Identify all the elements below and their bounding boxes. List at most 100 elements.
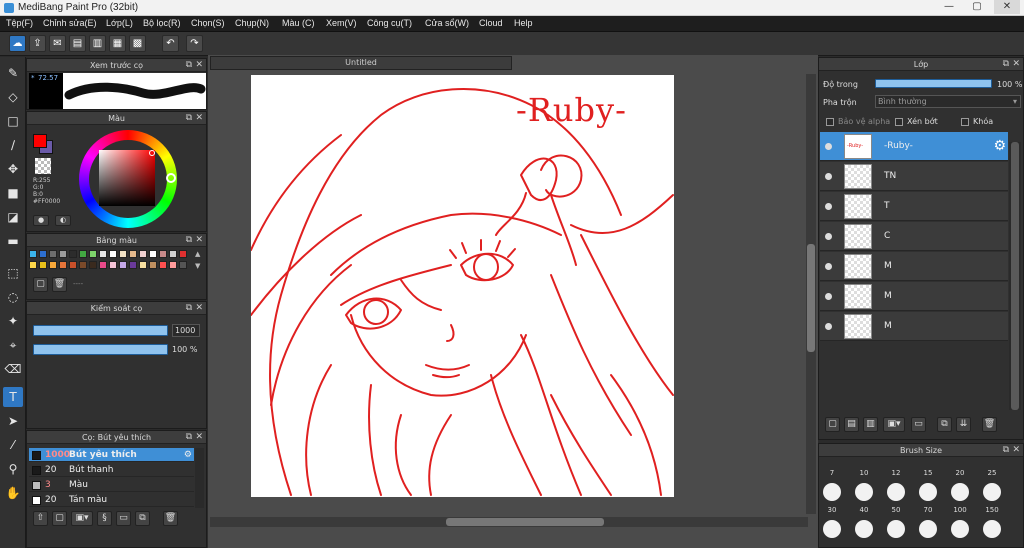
layer-row[interactable]: M (820, 252, 1008, 281)
palette-swatch[interactable] (119, 261, 127, 269)
clip-checkbox[interactable] (895, 118, 903, 126)
document-icon[interactable]: ▤ (69, 35, 86, 52)
hand-tool-icon[interactable]: ✋ (3, 483, 23, 503)
lasso-icon[interactable]: ◌ (3, 287, 23, 307)
brush-size-dot[interactable] (951, 520, 969, 538)
brush-item[interactable]: 1000 Bút yêu thích ⚙ (29, 448, 194, 462)
maximize-button[interactable]: ▢ (964, 0, 990, 14)
popout-icon[interactable]: ⧉ (186, 234, 192, 247)
eyedropper-icon[interactable]: ⚲ (3, 459, 23, 479)
grid-icon[interactable]: ▩ (129, 35, 146, 52)
menu-file[interactable]: Tệp(F) (6, 18, 33, 28)
close-icon[interactable]: ✕ (195, 112, 203, 125)
palette-swatch[interactable] (179, 261, 187, 269)
eye-icon[interactable] (825, 233, 832, 240)
menu-view[interactable]: Xem(V) (326, 18, 357, 28)
close-icon[interactable]: ✕ (195, 302, 203, 315)
document-tab[interactable]: Untitled (210, 56, 512, 70)
popout-icon[interactable]: ⧉ (186, 302, 192, 315)
brush-size-dot[interactable] (887, 483, 905, 501)
gradient-tool-icon[interactable]: ▬ (3, 231, 23, 251)
new-palette-icon[interactable]: ▢ (33, 277, 48, 292)
palette-swatch[interactable] (129, 250, 137, 258)
brush-size-dot[interactable] (855, 520, 873, 538)
layout-icon[interactable]: ▦ (109, 35, 126, 52)
palette-swatch[interactable] (169, 250, 177, 258)
palette-swatch[interactable] (29, 261, 37, 269)
palette-swatch[interactable] (99, 250, 107, 258)
eye-icon[interactable] (825, 323, 832, 330)
lock-checkbox[interactable] (961, 118, 969, 126)
delete-layer-icon[interactable]: 🗑 (982, 417, 997, 432)
palette-scroll-down-icon[interactable]: ▼ (195, 262, 200, 270)
palette-swatch[interactable] (39, 250, 47, 258)
palette-swatch[interactable] (59, 250, 67, 258)
vertical-scrollbar[interactable] (806, 74, 816, 514)
menu-select[interactable]: Chọn(S) (191, 18, 225, 28)
eye-icon[interactable] (825, 143, 832, 150)
vertical-scroll-thumb[interactable] (807, 244, 815, 352)
menu-cloud[interactable]: Cloud (479, 18, 503, 28)
layer-scrollbar[interactable] (1009, 142, 1021, 410)
layer-row[interactable]: -Ruby- -Ruby- ⚙ (820, 132, 1008, 161)
layer-type-dropdown[interactable]: ▣▾ (883, 417, 905, 432)
brush-opacity-slider[interactable] (33, 344, 168, 355)
layer-row[interactable]: T (820, 192, 1008, 221)
magic-wand-icon[interactable]: ✦ (3, 311, 23, 331)
popout-icon[interactable]: ⧉ (186, 59, 192, 72)
palette-swatch[interactable] (159, 250, 167, 258)
new-halftone-layer-icon[interactable]: ▤ (844, 417, 859, 432)
layer-row[interactable]: TN (820, 162, 1008, 191)
menu-edit[interactable]: Chỉnh sửa(E) (43, 18, 97, 28)
saturation-value-square[interactable] (99, 150, 155, 206)
horizontal-scroll-thumb[interactable] (446, 518, 604, 526)
dot-tool-icon[interactable]: ∕ (3, 135, 23, 155)
palette-swatch[interactable] (99, 261, 107, 269)
palette-swatch[interactable] (89, 250, 97, 258)
brush-item[interactable]: 20 Tán màu (29, 493, 194, 507)
select-rect-icon[interactable]: ⬚ (3, 263, 23, 283)
rectangle-tool-icon[interactable]: □ (3, 111, 23, 131)
duplicate-icon[interactable]: ⧉ (135, 511, 150, 526)
redo-icon[interactable]: ↷ (186, 35, 203, 52)
minimize-button[interactable]: — (936, 0, 962, 14)
folder-icon[interactable]: ▭ (116, 511, 131, 526)
share-icon[interactable]: ⇪ (29, 35, 46, 52)
palette-swatch[interactable] (39, 261, 47, 269)
palette-swatch[interactable] (69, 250, 77, 258)
brush-settings-icon[interactable]: § (97, 511, 112, 526)
palette-swatch[interactable] (159, 261, 167, 269)
transparent-color-swatch[interactable] (35, 158, 51, 174)
new-brush-icon[interactable]: ▢ (52, 511, 67, 526)
menu-layer[interactable]: Lớp(L) (106, 18, 133, 28)
brush-size-slider[interactable] (33, 325, 168, 336)
drawing-canvas[interactable]: -Ruby- (251, 75, 674, 497)
eye-icon[interactable] (825, 173, 832, 180)
palette-swatch[interactable] (89, 261, 97, 269)
color-picker-marker[interactable] (149, 150, 155, 156)
new-layer-icon[interactable]: ▢ (825, 417, 840, 432)
menu-tools[interactable]: Công cụ(T) (367, 18, 412, 28)
menu-capture[interactable]: Chụp(N) (235, 18, 269, 28)
palette-swatch[interactable] (49, 250, 57, 258)
gear-icon[interactable]: ⚙ (993, 138, 1006, 154)
add-brush-icon[interactable]: ⇧ (33, 511, 48, 526)
merge-layer-icon[interactable]: ⇊ (956, 417, 971, 432)
color-option-icon[interactable]: ● (33, 215, 49, 226)
layer-row[interactable]: C (820, 222, 1008, 251)
menu-window[interactable]: Cửa sổ(W) (425, 18, 469, 28)
new-8bit-layer-icon[interactable]: ▥ (863, 417, 878, 432)
layer-row[interactable]: M (820, 312, 1008, 341)
popout-icon[interactable]: ⧉ (186, 431, 192, 444)
brush-size-dot[interactable] (983, 483, 1001, 501)
popout-icon[interactable]: ⧉ (1003, 444, 1009, 457)
brush-size-dot[interactable] (823, 483, 841, 501)
brush-size-dot[interactable] (887, 520, 905, 538)
move-tool-icon[interactable]: ✥ (3, 159, 23, 179)
close-icon[interactable]: ✕ (195, 59, 203, 72)
operation-tool-icon[interactable]: ➤ (3, 411, 23, 431)
palette-swatch[interactable] (149, 250, 157, 258)
menu-help[interactable]: Help (514, 18, 533, 28)
layer-opacity-slider[interactable] (875, 79, 992, 88)
select-pen-icon[interactable]: ⌖ (3, 335, 23, 355)
